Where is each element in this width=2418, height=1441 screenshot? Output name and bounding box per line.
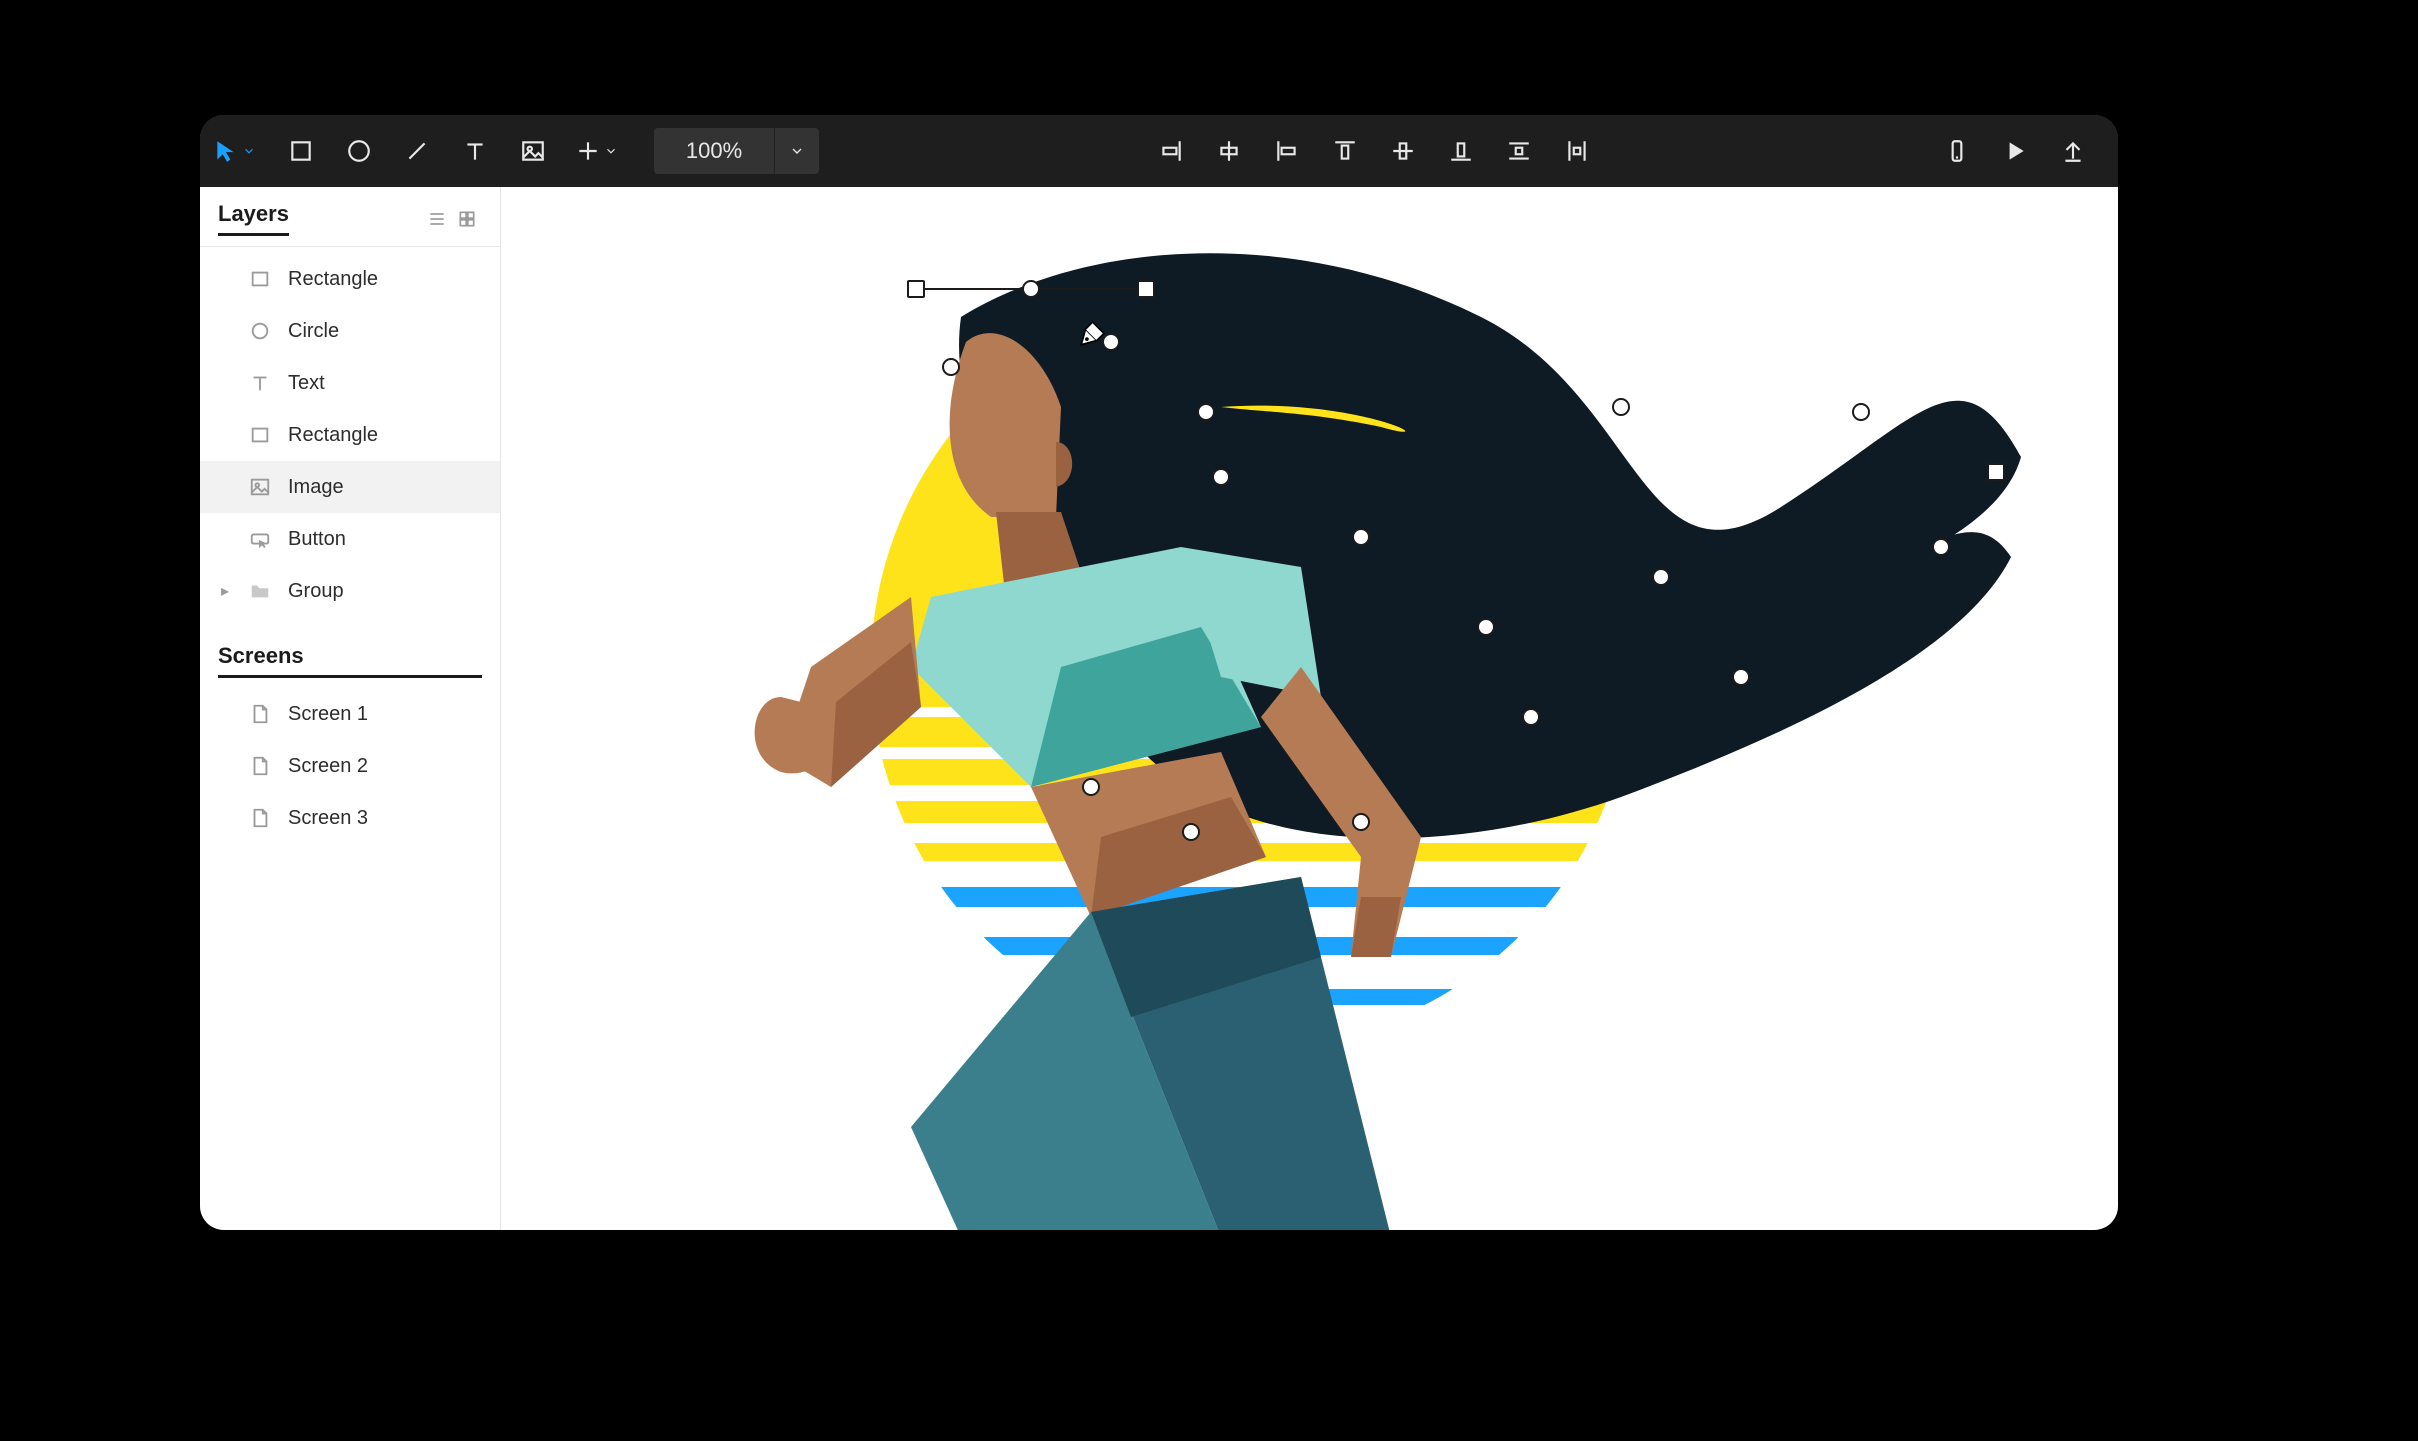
app-window: 100% [200, 115, 2118, 1230]
upload-button[interactable] [2044, 115, 2102, 187]
toolbar: 100% [200, 115, 2118, 187]
page-icon [248, 702, 272, 726]
align-hcenter[interactable] [1200, 115, 1258, 187]
layer-item[interactable]: Rectangle [200, 253, 500, 305]
page-icon [248, 754, 272, 778]
layer-item[interactable]: Circle [200, 305, 500, 357]
screen-item[interactable]: Screen 3 [200, 792, 500, 844]
canvas[interactable] [501, 187, 2118, 1230]
layer-label: Text [288, 372, 325, 395]
device-preview[interactable] [1928, 115, 1986, 187]
text-tool[interactable] [446, 115, 504, 187]
rectangle-tool[interactable] [272, 115, 330, 187]
canvas-illustration [661, 197, 2021, 1230]
layer-label: Rectangle [288, 268, 378, 291]
align-group [1142, 115, 1606, 187]
screen-label: Screen 1 [288, 703, 368, 726]
layer-item[interactable]: Image [200, 461, 500, 513]
select-tool[interactable] [200, 115, 272, 187]
screens-panel-title: Screens [218, 643, 482, 678]
align-right[interactable] [1142, 115, 1200, 187]
image-icon [248, 475, 272, 499]
line-tool[interactable] [388, 115, 446, 187]
circle-icon [248, 319, 272, 343]
layer-label: Group [288, 580, 344, 603]
screen-item[interactable]: Screen 2 [200, 740, 500, 792]
page-icon [248, 806, 272, 830]
align-vcenter[interactable] [1374, 115, 1432, 187]
layer-label: Rectangle [288, 424, 378, 447]
layer-item[interactable]: Button [200, 513, 500, 565]
play-button[interactable] [1986, 115, 2044, 187]
layer-label: Image [288, 476, 344, 499]
chevron-down-icon [239, 144, 259, 158]
layer-item[interactable]: ▸ Group [200, 565, 500, 617]
grid-view-button[interactable] [452, 204, 482, 234]
align-top[interactable] [1316, 115, 1374, 187]
layers-list: Rectangle Circle Text Rectangle Image Button ▸… [200, 253, 500, 617]
folder-icon [248, 579, 272, 603]
distribute-v[interactable] [1490, 115, 1548, 187]
list-view-button[interactable] [422, 204, 452, 234]
screens-list: Screen 1 Screen 2 Screen 3 [200, 688, 500, 844]
align-bottom[interactable] [1432, 115, 1490, 187]
align-left[interactable] [1258, 115, 1316, 187]
button-icon [248, 527, 272, 551]
zoom-value: 100% [654, 138, 774, 164]
screen-item[interactable]: Screen 1 [200, 688, 500, 740]
chevron-down-icon [601, 144, 621, 158]
zoom-control[interactable]: 100% [654, 128, 819, 174]
layer-item[interactable]: Rectangle [200, 409, 500, 461]
ellipse-tool[interactable] [330, 115, 388, 187]
layer-label: Button [288, 528, 346, 551]
text-icon [248, 371, 272, 395]
sidebar: Layers Rectangle Circle Text Rectangle Image… [200, 187, 501, 1230]
distribute-h[interactable] [1548, 115, 1606, 187]
rect-icon [248, 267, 272, 291]
image-tool[interactable] [504, 115, 562, 187]
add-tool[interactable] [562, 115, 634, 187]
zoom-dropdown[interactable] [774, 128, 819, 174]
pen-cursor-icon [1077, 315, 1111, 354]
screen-label: Screen 2 [288, 755, 368, 778]
rect-icon [248, 423, 272, 447]
layers-panel-title: Layers [218, 201, 289, 236]
screen-label: Screen 3 [288, 807, 368, 830]
layer-item[interactable]: Text [200, 357, 500, 409]
expand-caret-icon[interactable]: ▸ [218, 581, 232, 601]
layer-label: Circle [288, 320, 339, 343]
